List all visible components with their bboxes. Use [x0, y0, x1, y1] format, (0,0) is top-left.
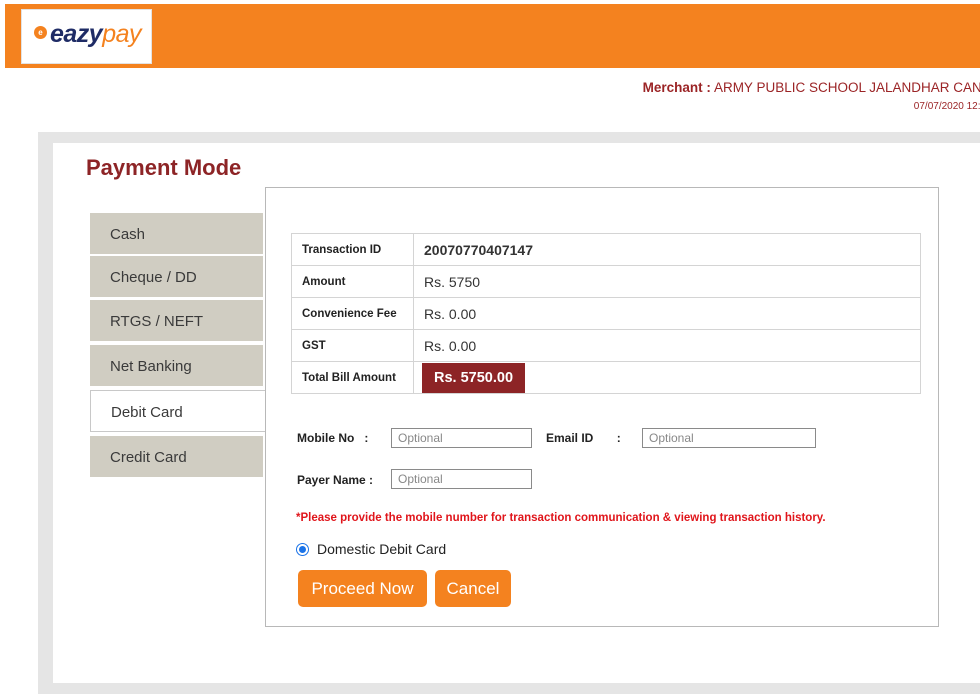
- convenience-fee-value: Rs. 0.00: [413, 297, 921, 330]
- total-bill-amount: Rs. 5750.00: [422, 362, 526, 393]
- radio-label: Domestic Debit Card: [317, 541, 447, 557]
- table-row: Amount Rs. 5750: [291, 265, 921, 298]
- tab-label: Credit Card: [110, 449, 187, 466]
- gst-value: Rs. 0.00: [413, 329, 921, 362]
- table-row: Total Bill Amount Rs. 5750.00: [291, 361, 921, 394]
- tab-debit-card[interactable]: Debit Card: [90, 390, 267, 432]
- transaction-table: Transaction ID 20070770407147 Amount Rs.…: [291, 233, 921, 394]
- transaction-id-value: 20070770407147: [413, 233, 921, 266]
- tab-label: Cash: [110, 226, 146, 243]
- tab-rtgs-neft[interactable]: RTGS / NEFT: [90, 300, 263, 342]
- tab-label: Net Banking: [110, 358, 192, 375]
- merchant-name: ARMY PUBLIC SCHOOL JALANDHAR CANT: [713, 80, 980, 95]
- row-label: Convenience Fee: [291, 297, 414, 330]
- tab-credit-card[interactable]: Credit Card: [90, 436, 263, 478]
- payer-name-label: Payer Name :: [297, 473, 374, 487]
- merchant-info: Merchant : ARMY PUBLIC SCHOOL JALANDHAR …: [400, 80, 980, 95]
- table-row: Convenience Fee Rs. 0.00: [291, 297, 921, 330]
- domestic-debit-card-option[interactable]: Domestic Debit Card: [296, 541, 446, 557]
- cancel-button[interactable]: Cancel: [435, 570, 511, 607]
- row-label: GST: [291, 329, 414, 362]
- logo-text: eazypay: [50, 20, 142, 48]
- mobile-label: Mobile No :: [297, 431, 369, 445]
- tab-label: RTGS / NEFT: [110, 313, 204, 330]
- logo-mark-icon: e: [34, 26, 47, 39]
- mobile-input[interactable]: [391, 428, 532, 448]
- row-label: Amount: [291, 265, 414, 298]
- email-input[interactable]: [642, 428, 816, 448]
- row-label: Total Bill Amount: [291, 361, 414, 394]
- mobile-note: *Please provide the mobile number for tr…: [296, 512, 826, 524]
- payer-name-input[interactable]: [391, 469, 532, 489]
- radio-selected-icon[interactable]: [296, 543, 309, 556]
- tab-cheque-dd[interactable]: Cheque / DD: [90, 256, 263, 298]
- tab-cash[interactable]: Cash: [90, 213, 263, 255]
- amount-value: Rs. 5750: [413, 265, 921, 298]
- total-bill-cell: Rs. 5750.00: [413, 361, 921, 394]
- tab-label: Debit Card: [111, 404, 183, 421]
- proceed-now-button[interactable]: Proceed Now: [298, 570, 427, 607]
- merchant-label: Merchant :: [642, 80, 711, 95]
- header-bar: e eazypay: [5, 4, 980, 68]
- tab-label: Cheque / DD: [110, 269, 197, 286]
- table-row: Transaction ID 20070770407147: [291, 233, 921, 266]
- table-row: GST Rs. 0.00: [291, 329, 921, 362]
- row-label: Transaction ID: [291, 233, 414, 266]
- eazypay-logo[interactable]: e eazypay: [21, 9, 152, 64]
- transaction-datetime: 07/07/2020 12:07:3: [913, 101, 980, 112]
- email-label: Email ID :: [546, 431, 621, 445]
- tab-net-banking[interactable]: Net Banking: [90, 345, 263, 387]
- page-title: Payment Mode: [86, 155, 242, 180]
